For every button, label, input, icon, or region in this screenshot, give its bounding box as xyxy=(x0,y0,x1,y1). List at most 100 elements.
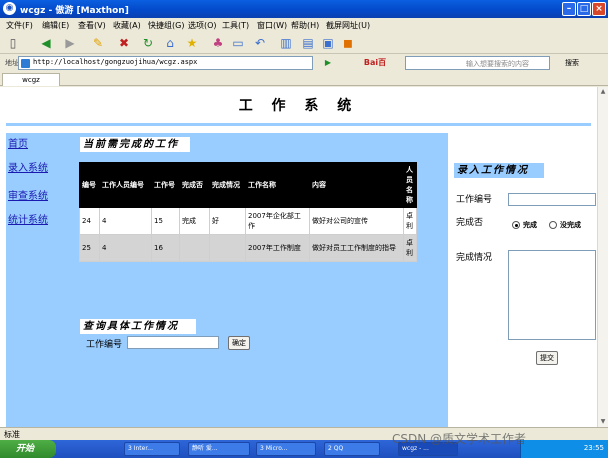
table-cell: 4 xyxy=(99,234,152,262)
maxthon-logo-icon: ◉ xyxy=(3,2,16,15)
taskbar-item-internet[interactable]: 3 Inter... xyxy=(124,442,180,456)
menu-favorites[interactable]: 收藏(A) xyxy=(113,20,141,31)
toolbar: ▯ ◀ ▶ ✎ ✖ ↻ ⌂ ★ ♣ ▭ ↶ ▥ ▤ ▣ ◼ xyxy=(0,32,608,54)
refresh-icon[interactable]: ↻ xyxy=(140,35,156,51)
search-button[interactable]: 搜索 xyxy=(565,58,579,68)
maximize-button[interactable]: □ xyxy=(577,2,591,16)
page-title: 工 作 系 统 xyxy=(238,98,359,114)
favorites-star-icon[interactable]: ★ xyxy=(184,35,200,51)
vertical-scrollbar[interactable]: ▲ ▼ xyxy=(597,87,608,427)
table-cell: 15 xyxy=(151,207,180,235)
page-icon xyxy=(21,59,30,68)
query-confirm-button[interactable]: 确定 xyxy=(228,336,250,350)
radio-not-done[interactable] xyxy=(549,221,557,229)
nav-review-link[interactable]: 审查系统 xyxy=(8,187,48,202)
forward-icon[interactable]: ▶ xyxy=(62,35,78,51)
table-cell: 做好对公司的宣传 xyxy=(309,207,404,235)
table-cell: 完成 xyxy=(179,207,210,235)
menu-file[interactable]: 文件(F) xyxy=(6,20,33,31)
close-button[interactable]: × xyxy=(592,2,606,16)
table-cell: 25 xyxy=(79,234,100,262)
taskbar-item-qq[interactable]: 2 QQ xyxy=(324,442,380,456)
clock: 23:55 xyxy=(583,444,604,452)
radio-done[interactable] xyxy=(512,221,520,229)
start-button[interactable]: 开始 xyxy=(0,440,56,458)
col-staff-id: 工作人员编号 xyxy=(99,162,152,208)
menu-capture[interactable]: 截屏网址(U) xyxy=(326,20,370,31)
taskbar-item-word[interactable]: 3 Micro... xyxy=(256,442,316,456)
system-tray: 23:55 xyxy=(520,440,608,458)
watermark-text: CSDN @质文学术工作者 xyxy=(392,432,527,446)
menu-groups[interactable]: 快捷组(G) xyxy=(148,20,184,31)
title-bar: ◉ wcgz - 傲游 [Maxthon] – □ × xyxy=(0,0,608,18)
nav-sidebar: 首页 录入系统 审查系统 统计系统 xyxy=(6,133,74,427)
home-icon[interactable]: ⌂ xyxy=(162,35,178,51)
entry-heading: 录入工作情况 xyxy=(454,163,544,178)
back-icon[interactable]: ◀ xyxy=(38,35,54,51)
table-cell xyxy=(209,234,246,262)
split-icon[interactable]: ▤ xyxy=(300,35,316,51)
menu-window[interactable]: 窗口(W) xyxy=(257,20,287,31)
table-cell: 2007年工作制度 xyxy=(245,234,310,262)
col-done: 完成否 xyxy=(179,162,210,208)
query-heading: 查询具体工作情况 xyxy=(80,319,196,334)
search-input[interactable]: 输入想要搜索的内容 xyxy=(405,56,550,70)
table-cell: 卓利 xyxy=(403,207,417,235)
groups-icon[interactable]: ♣ xyxy=(210,35,226,51)
query-id-input[interactable] xyxy=(127,336,219,349)
address-url: http://localhost/gongzuojihua/wcgz.aspx xyxy=(33,58,198,66)
main-panel: 当前需完成的工作 编号 工作人员编号 工作号 完成否 完成情况 工作名称 内容 … xyxy=(74,133,448,427)
table-cell: 好 xyxy=(209,207,246,235)
menu-edit[interactable]: 编辑(E) xyxy=(42,20,69,31)
go-icon[interactable]: ▶ xyxy=(320,55,336,71)
taskbar-item-music[interactable]: 静听 爱... xyxy=(188,442,250,456)
entry-done-label: 完成否 xyxy=(456,218,484,228)
menu-help[interactable]: 帮助(H) xyxy=(291,20,319,31)
screen-icon[interactable]: ▭ xyxy=(230,35,246,51)
address-input[interactable]: http://localhost/gongzuojihua/wcgz.aspx xyxy=(18,56,313,70)
col-person: 人员名称 xyxy=(403,162,417,208)
query-id-label: 工作编号 xyxy=(86,340,123,350)
minimize-button[interactable]: – xyxy=(562,2,576,16)
nav-stats-link[interactable]: 统计系统 xyxy=(8,211,48,226)
col-work-name: 工作名称 xyxy=(245,162,310,208)
capture-icon[interactable]: ▣ xyxy=(320,35,336,51)
submit-button[interactable]: 提交 xyxy=(536,351,558,365)
table-cell: 做好对员工工作制度的指导 xyxy=(309,234,404,262)
scroll-up-icon[interactable]: ▲ xyxy=(598,87,608,97)
entry-id-label: 工作编号 xyxy=(456,195,493,205)
scroll-down-icon[interactable]: ▼ xyxy=(598,417,608,427)
entry-panel: 录入工作情况 工作编号 完成否 完成 没完成 完成情况 提交 xyxy=(448,133,597,427)
tab-wcgz[interactable]: wcgz xyxy=(2,73,60,86)
entry-status-textarea[interactable] xyxy=(508,250,596,340)
brush-icon[interactable]: ✎ xyxy=(90,35,106,51)
stop-icon[interactable]: ✖ xyxy=(116,35,132,51)
entry-id-input[interactable] xyxy=(508,193,596,206)
table-row: 24 4 15 完成 好 2007年企化部工作 做好对公司的宣传 卓利 xyxy=(79,207,417,235)
table-cell: 24 xyxy=(79,207,100,235)
col-content: 内容 xyxy=(309,162,404,208)
nav-home-link[interactable]: 首页 xyxy=(8,135,28,150)
new-page-icon[interactable]: ▯ xyxy=(5,35,21,51)
menu-view[interactable]: 查看(V) xyxy=(78,20,106,31)
current-work-heading: 当前需完成的工作 xyxy=(80,137,190,152)
menu-tools[interactable]: 工具(T) xyxy=(222,20,249,31)
nav-entry-link[interactable]: 录入系统 xyxy=(8,159,48,174)
search-placeholder: 输入想要搜索的内容 xyxy=(466,60,529,68)
radio-done-label: 完成 xyxy=(523,221,537,229)
baidu-logo-icon[interactable]: Bai百 xyxy=(355,55,395,71)
rss-icon[interactable]: ◼ xyxy=(340,35,356,51)
layout-icon[interactable]: ▥ xyxy=(278,35,294,51)
table-cell: 4 xyxy=(99,207,152,235)
table-row: 25 4 16 2007年工作制度 做好对员工工作制度的指导 卓利 xyxy=(79,234,417,262)
menu-options[interactable]: 选项(O) xyxy=(188,20,217,31)
menu-bar: 文件(F) 编辑(E) 查看(V) 收藏(A) 快捷组(G) 选项(O) 工具(… xyxy=(0,18,608,32)
tab-strip: wcgz xyxy=(0,72,608,86)
radio-not-done-label: 没完成 xyxy=(560,221,581,229)
web-page: 工 作 系 统 首页 录入系统 审查系统 统计系统 当前需完成的工作 编号 工作… xyxy=(0,87,597,427)
undo-icon[interactable]: ↶ xyxy=(252,35,268,51)
table-cell: 2007年企化部工作 xyxy=(245,207,310,235)
address-label: 地址 xyxy=(5,59,19,67)
table-cell xyxy=(179,234,210,262)
col-status: 完成情况 xyxy=(209,162,246,208)
